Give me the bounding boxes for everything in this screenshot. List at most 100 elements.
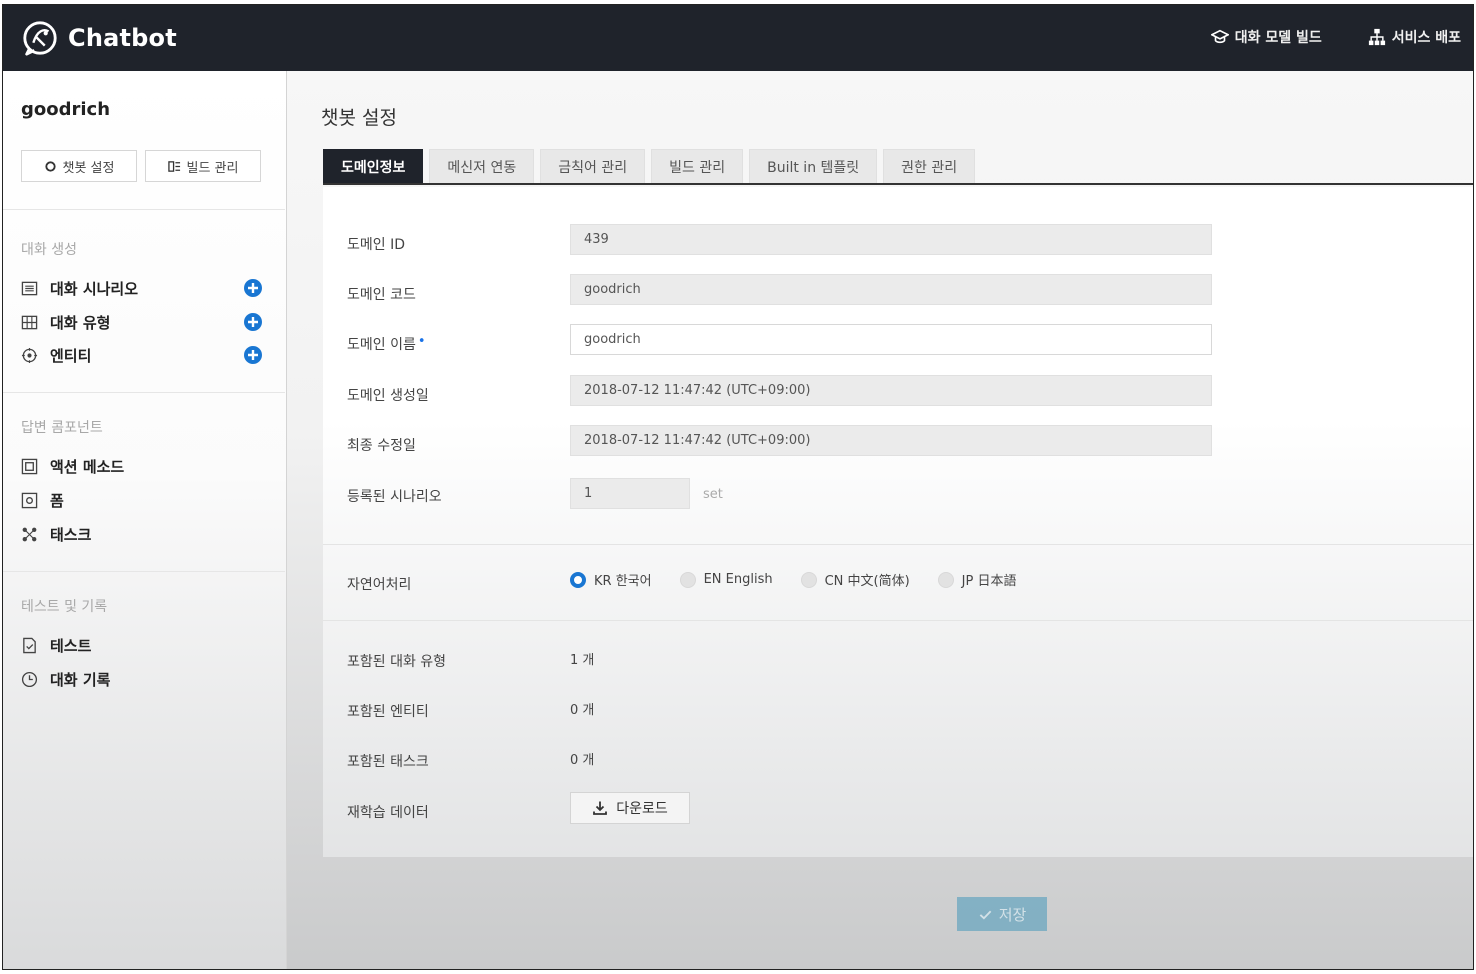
radio-label: JP 日本語 <box>961 574 1017 589</box>
sidebar-item-form[interactable]: 폼 <box>21 489 267 511</box>
clock-icon <box>21 671 38 687</box>
included-tasks-label: 포함된 태스크 <box>347 754 429 770</box>
domain-info-panel: 도메인 ID 439 도메인 코드 goodrich 도메인 이름 • goodr… <box>323 187 1473 857</box>
sidebar-item-label: 액션 메소드 <box>50 457 125 476</box>
settings-tabs: 도메인정보 메신저 연동 금칙어 관리 빌드 관리 Built in 템플릿 권… <box>323 149 1473 185</box>
radio-chinese[interactable]: CN 中文(简体) <box>800 570 910 589</box>
sidebar-item-dialog-type[interactable]: 대화 유형 <box>21 311 267 333</box>
domain-name-label: 도메인 이름 • <box>347 334 426 354</box>
domain-code-field: goodrich <box>570 274 1212 305</box>
radio-circle <box>679 571 696 588</box>
nav-service-deploy[interactable]: 서비스 배포 <box>1368 27 1461 47</box>
radio-circle <box>937 571 954 588</box>
test-icon <box>23 637 36 653</box>
included-intents-value: 1 개 <box>570 653 595 668</box>
add-scenario-plus-icon[interactable] <box>243 278 263 298</box>
included-entities-value: 0 개 <box>570 703 595 718</box>
radio-circle <box>570 571 586 588</box>
project-name: goodrich <box>21 99 111 120</box>
domain-name-input[interactable]: goodrich <box>570 324 1212 355</box>
add-dialog-type-plus-icon[interactable] <box>243 312 263 332</box>
sidebar-item-dialog-history[interactable]: 대화 기록 <box>21 668 267 690</box>
app-title: Chatbot <box>68 24 177 52</box>
radio-label: EN English <box>703 572 773 587</box>
sidebar-item-action-method[interactable]: 액션 메소드 <box>21 455 267 477</box>
radio-label: KR 한국어 <box>594 574 652 589</box>
nav-service-deploy-label: 서비스 배포 <box>1391 30 1461 46</box>
radio-japanese[interactable]: JP 日本語 <box>937 570 1017 589</box>
section-title-dialog-create: 대화 생성 <box>21 242 77 258</box>
domain-created-label: 도메인 생성일 <box>347 388 429 404</box>
sidebar-item-label: 테스트 <box>50 636 92 655</box>
domain-created-field: 2018-07-12 11:47:42 (UTC+09:00) <box>570 375 1212 406</box>
section-title-answer-components: 답변 콤포넌트 <box>21 420 103 436</box>
tab-permissions[interactable]: 권한 관리 <box>883 149 976 183</box>
build-manage-button[interactable]: 빌드 관리 <box>145 150 261 182</box>
sidebar-item-task[interactable]: 태스크 <box>21 523 267 545</box>
tab-domain-info[interactable]: 도메인정보 <box>323 149 424 183</box>
check-icon <box>979 910 992 920</box>
nlp-label: 자연어처리 <box>347 577 412 593</box>
tab-messenger[interactable]: 메신저 연동 <box>429 149 535 183</box>
action-icon <box>21 458 38 474</box>
radio-label: CN 中文(简体) <box>824 574 910 589</box>
domain-id-label: 도메인 ID <box>347 237 405 253</box>
chatbot-logo-icon <box>23 21 57 56</box>
radio-korean[interactable]: KR 한국어 <box>570 570 652 589</box>
grid-icon <box>21 315 38 329</box>
page-title: 챗봇 설정 <box>321 107 397 129</box>
save-button[interactable]: 저장 <box>957 897 1047 931</box>
task-icon <box>22 527 37 541</box>
last-modified-field: 2018-07-12 11:47:42 (UTC+09:00) <box>570 425 1212 456</box>
tab-build-manage[interactable]: 빌드 관리 <box>651 149 744 183</box>
top-navbar: Chatbot 대화 모델 빌드 서비스 배포 <box>3 5 1473 71</box>
build-icon <box>167 160 180 172</box>
sidebar-divider <box>3 209 285 210</box>
sidebar-item-label: 태스크 <box>50 525 92 544</box>
radio-english[interactable]: EN English <box>679 571 773 588</box>
form-icon <box>21 492 38 508</box>
sidebar-item-entity[interactable]: 엔티티 <box>21 344 267 366</box>
included-intents-label: 포함된 대화 유형 <box>347 654 447 670</box>
radio-circle <box>800 571 817 588</box>
tab-banned-words[interactable]: 금칙어 관리 <box>540 149 646 183</box>
domain-code-label: 도메인 코드 <box>347 287 416 303</box>
build-manage-label: 빌드 관리 <box>186 160 239 176</box>
download-label: 다운로드 <box>616 801 668 817</box>
included-entities-label: 포함된 엔티티 <box>347 704 429 720</box>
sidebar-divider <box>3 571 285 572</box>
retrain-data-label: 재학습 데이터 <box>347 805 429 821</box>
last-modified-label: 최종 수정일 <box>347 438 416 454</box>
included-tasks-value: 0 개 <box>570 753 595 768</box>
registered-scenarios-field: 1 <box>570 478 690 509</box>
nav-model-build[interactable]: 대화 모델 빌드 <box>1210 27 1322 47</box>
sidebar-item-label: 폼 <box>50 491 64 510</box>
download-button[interactable]: 다운로드 <box>570 792 690 824</box>
entity-icon <box>21 347 38 363</box>
scenarios-unit: set <box>703 487 723 502</box>
app-window: Chatbot 대화 모델 빌드 서비스 배포 goodrich 챗봇 설정 빌… <box>2 4 1474 970</box>
required-mark: • <box>417 334 426 349</box>
sidebar-item-label: 대화 유형 <box>50 313 111 332</box>
section-title-test-history: 테스트 및 기록 <box>21 599 108 615</box>
sidebar-item-label: 대화 시나리오 <box>50 279 139 298</box>
chatbot-settings-label: 챗봇 설정 <box>62 160 115 176</box>
sidebar-divider <box>3 392 285 393</box>
sidebar-item-test[interactable]: 테스트 <box>21 634 267 656</box>
main-content: 챗봇 설정 도메인정보 메신저 연동 금칙어 관리 빌드 관리 Built in… <box>287 71 1473 969</box>
sidebar: goodrich 챗봇 설정 빌드 관리 대화 생성 대화 시나리오 대화 유형… <box>3 71 287 969</box>
chatbot-settings-button[interactable]: 챗봇 설정 <box>21 150 137 182</box>
domain-id-field: 439 <box>570 224 1212 255</box>
app-logo[interactable]: Chatbot <box>21 19 177 57</box>
domain-name-label-text: 도메인 이름 <box>347 337 416 353</box>
add-entity-plus-icon[interactable] <box>243 345 263 365</box>
graduation-cap-icon <box>1210 29 1229 44</box>
sidebar-item-dialog-scenario[interactable]: 대화 시나리오 <box>21 277 267 299</box>
panel-divider <box>323 620 1473 621</box>
sidebar-item-label: 엔티티 <box>50 346 92 365</box>
registered-scenarios-label: 등록된 시나리오 <box>347 489 442 505</box>
download-icon <box>593 801 608 815</box>
top-nav: 대화 모델 빌드 서비스 배포 <box>1210 27 1461 47</box>
tab-builtin-templates[interactable]: Built in 템플릿 <box>749 149 878 183</box>
gear-icon <box>44 160 56 172</box>
